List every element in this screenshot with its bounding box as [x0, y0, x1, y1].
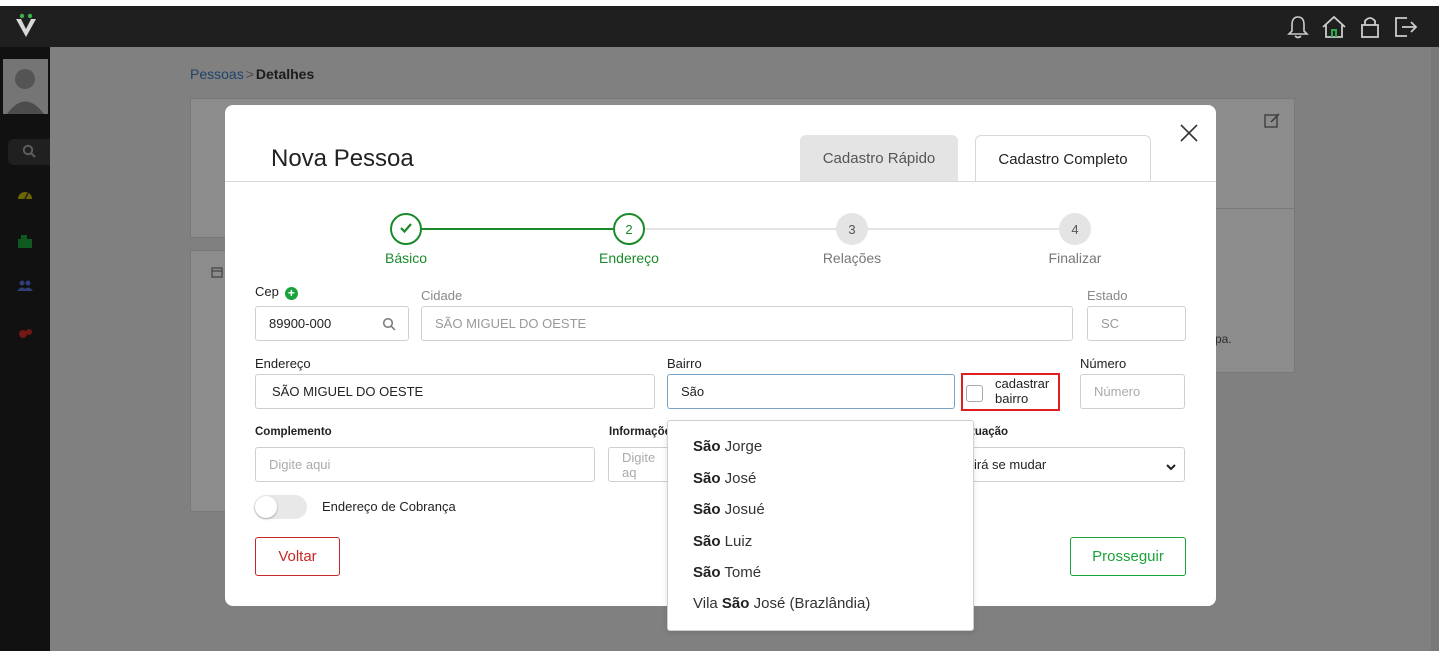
- cep-label: Cep +: [255, 284, 298, 300]
- step-relacoes[interactable]: 3: [836, 213, 868, 245]
- check-icon: [399, 222, 413, 237]
- bairro-suggestions-dropdown: São Jorge São José São Josué São Luiz Sã…: [667, 420, 974, 631]
- logout-icon[interactable]: [1393, 14, 1419, 40]
- back-button[interactable]: Voltar: [255, 537, 340, 576]
- cobranca-toggle[interactable]: [254, 495, 307, 519]
- tab-cadastro-rapido[interactable]: Cadastro Rápido: [800, 135, 958, 182]
- situacao-value: irá se mudar: [974, 457, 1047, 472]
- cadastrar-bairro-label: cadastrar bairro: [995, 376, 1055, 406]
- step-label-basico: Básico: [384, 250, 428, 266]
- numero-input[interactable]: Número: [1080, 374, 1185, 409]
- bell-icon[interactable]: [1285, 14, 1311, 40]
- search-icon[interactable]: [382, 317, 396, 331]
- step-label-relacoes: Relações: [822, 250, 882, 266]
- complemento-input[interactable]: Digite aqui: [255, 447, 595, 482]
- top-bar: [0, 6, 1439, 47]
- cep-input[interactable]: 89900-000: [255, 306, 409, 341]
- item-text: José: [720, 470, 757, 487]
- chevron-down-icon: [1166, 460, 1176, 471]
- step-label-endereco: Endereço: [599, 250, 659, 266]
- step-basico[interactable]: [390, 213, 422, 245]
- item-text: Jorge: [720, 438, 763, 455]
- item-text: José (Brazlândia): [749, 595, 871, 612]
- endereco-input[interactable]: SÃO MIGUEL DO OESTE: [255, 374, 655, 409]
- lock-icon[interactable]: [1357, 14, 1383, 40]
- informacoes-label: Informaçõe: [609, 426, 671, 438]
- stepper-line-done: [421, 228, 613, 230]
- list-item[interactable]: São Jorge: [693, 438, 762, 455]
- list-item[interactable]: São Luiz: [693, 533, 752, 550]
- home-icon[interactable]: [1321, 14, 1347, 40]
- cidade-label: Cidade: [421, 288, 463, 303]
- item-text: Josué: [720, 501, 765, 518]
- cadastrar-bairro-checkbox[interactable]: [966, 385, 983, 402]
- list-item[interactable]: São José: [693, 470, 756, 487]
- close-icon[interactable]: [1177, 121, 1201, 145]
- cadastrar-bairro-label-line1: cadastrar: [995, 376, 1050, 391]
- modal-divider: [225, 181, 1216, 182]
- toggle-knob: [255, 496, 277, 518]
- step-endereco[interactable]: 2: [613, 213, 645, 245]
- stepper-line-pending-1: [644, 228, 836, 230]
- step-label-finalizar: Finalizar: [1048, 250, 1102, 266]
- match-text: São: [693, 564, 721, 581]
- situacao-label: tuação: [971, 426, 1009, 438]
- modal-title: Nova Pessoa: [271, 145, 414, 172]
- estado-input[interactable]: SC: [1087, 306, 1186, 341]
- cobranca-label: Endereço de Cobrança: [322, 499, 456, 514]
- plus-icon[interactable]: +: [284, 287, 298, 300]
- cadastrar-bairro-label-line2: bairro: [995, 391, 1029, 406]
- item-prefix: Vila: [693, 595, 722, 612]
- list-item[interactable]: Vila São José (Brazlândia): [693, 595, 870, 612]
- item-text: Tomé: [720, 564, 762, 581]
- match-text: São: [721, 595, 750, 612]
- cep-value: 89900-000: [269, 316, 332, 331]
- complemento-label: Complemento: [255, 426, 332, 438]
- match-text: São: [693, 533, 721, 550]
- endereco-label: Endereço: [255, 356, 311, 371]
- cep-label-text: Cep: [255, 284, 279, 299]
- step-finalizar[interactable]: 4: [1059, 213, 1091, 245]
- situacao-select[interactable]: irá se mudar: [965, 447, 1185, 482]
- item-text: Luiz: [720, 533, 753, 550]
- logo-icon[interactable]: [14, 13, 38, 39]
- match-text: São: [693, 438, 721, 455]
- next-button[interactable]: Prosseguir: [1070, 537, 1186, 576]
- list-item[interactable]: São Tomé: [693, 564, 761, 581]
- list-item[interactable]: São Josué: [693, 501, 765, 518]
- match-text: São: [693, 470, 721, 487]
- bairro-label: Bairro: [667, 356, 702, 371]
- cidade-input[interactable]: SÃO MIGUEL DO OESTE: [421, 306, 1073, 341]
- numero-label: Número: [1080, 356, 1127, 371]
- stepper-line-pending-2: [867, 228, 1059, 230]
- estado-label: Estado: [1087, 288, 1128, 303]
- match-text: São: [693, 501, 721, 518]
- tab-cadastro-completo[interactable]: Cadastro Completo: [975, 135, 1151, 182]
- bairro-input[interactable]: São: [667, 374, 955, 409]
